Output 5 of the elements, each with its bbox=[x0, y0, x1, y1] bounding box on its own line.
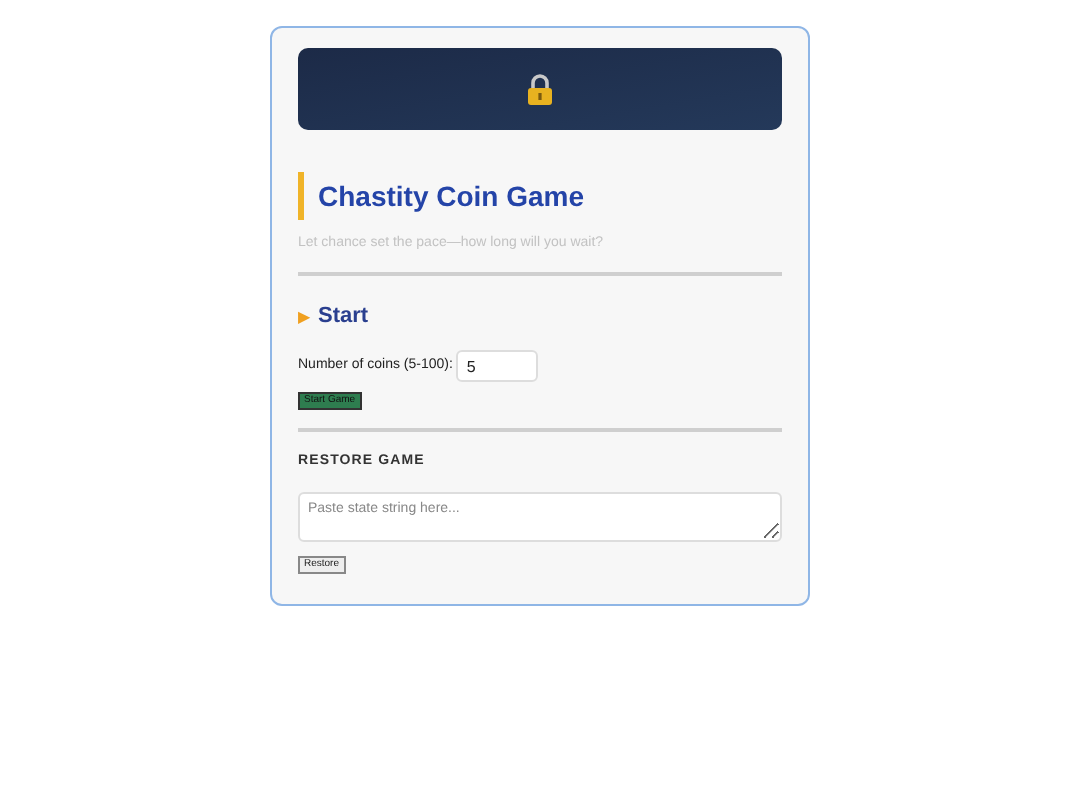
lock-icon bbox=[526, 73, 554, 105]
triangle-icon: ▶ bbox=[298, 305, 310, 330]
page-title: Chastity Coin Game bbox=[318, 178, 587, 214]
coins-input[interactable]: 5 bbox=[456, 350, 539, 382]
section-heading: Start bbox=[318, 301, 369, 331]
